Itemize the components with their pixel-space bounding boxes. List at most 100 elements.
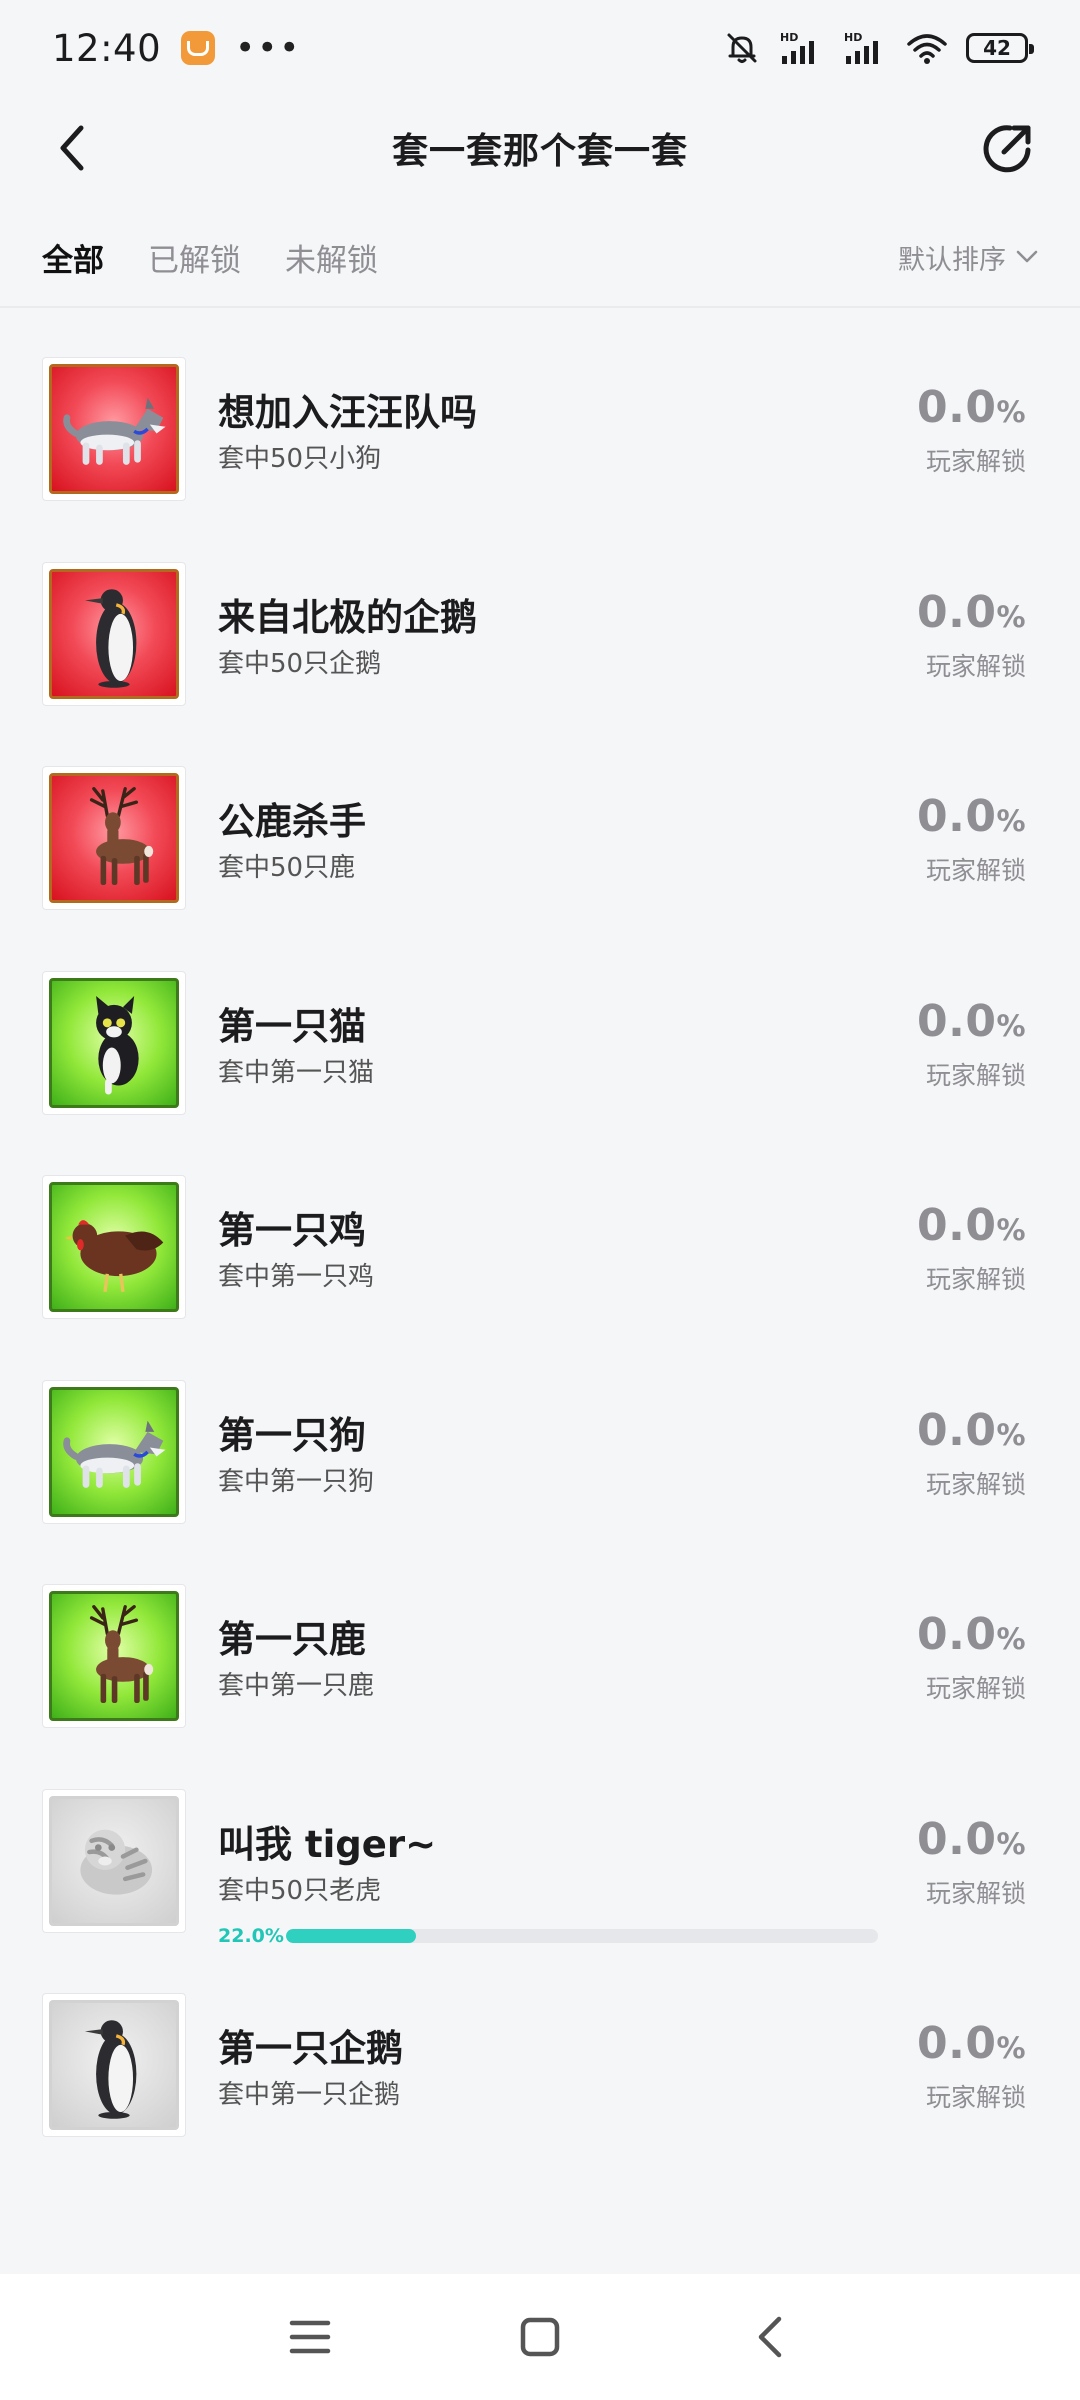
achievement-thumbnail <box>42 1175 186 1319</box>
unlock-percent: 0.0% <box>917 382 1026 433</box>
achievement-badge <box>49 364 179 494</box>
unlock-percent-unit: % <box>996 599 1026 634</box>
unlock-percent: 0.0% <box>917 1814 1026 1865</box>
svg-text:HD: HD <box>780 31 798 44</box>
page-title: 套一套那个套一套 <box>391 131 688 172</box>
svg-text:HD: HD <box>844 31 862 44</box>
unlock-percent-unit: % <box>996 1008 1026 1043</box>
tab-all[interactable]: 全部 <box>42 235 104 280</box>
achievement-row[interactable]: 第一只鹿套中第一只鹿 0.0% 玩家解锁 <box>0 1533 1080 1738</box>
unlock-percent-unit: % <box>996 804 1026 838</box>
app-header: 套一套那个套一套 <box>0 96 1080 200</box>
tab-locked[interactable]: 未解锁 <box>285 235 378 280</box>
penguin-icon <box>84 2020 137 2119</box>
unlock-percent-label: 玩家解锁 <box>925 651 1026 681</box>
unlock-percent-number: 0.0 <box>916 586 997 638</box>
deer-icon <box>89 787 154 886</box>
achievement-description: 套中第一只鹿 <box>218 1671 375 1701</box>
achievement-title: 来自北极的企鹅 <box>218 595 477 639</box>
achievement-title: 叫我 tiger~ <box>218 1822 437 1866</box>
unlock-percent-unit: % <box>996 395 1026 429</box>
achievement-thumbnail <box>42 766 186 910</box>
achievement-row[interactable]: 公鹿杀手套中50只鹿 0.0% 玩家解锁 <box>0 715 1080 920</box>
achievement-title: 第一只狗 <box>218 1413 366 1457</box>
unlock-percent-number: 0.0 <box>916 382 997 433</box>
achievement-row[interactable]: 来自北极的企鹅套中50只企鹅 0.0% 玩家解锁 <box>0 511 1080 716</box>
system-nav-bar <box>0 2274 1080 2400</box>
achievement-row[interactable]: 第一只狗 套中第一只狗 0.0% 玩家解锁 <box>0 1329 1080 1534</box>
husky-icon <box>63 397 166 465</box>
achievement-description: 套中50只企鹅 <box>218 648 382 679</box>
achievement-row[interactable]: 第一只猫 套中第一只猫 0.0% 玩家解锁 <box>0 920 1080 1125</box>
muted-bell-icon <box>727 33 757 63</box>
achievement-description: 套中第一只猫 <box>218 1057 375 1088</box>
tiger-icon <box>80 1829 153 1895</box>
home-square-icon <box>520 2317 560 2357</box>
achievement-badge <box>49 1795 179 1926</box>
share-button[interactable] <box>974 114 1042 182</box>
achievement-thumbnail <box>42 1993 186 2137</box>
menu-button[interactable] <box>270 2297 350 2377</box>
unlock-percent-number: 0.0 <box>916 791 997 842</box>
achievement-thumbnail <box>42 1788 186 1933</box>
achievement-badge <box>49 1386 179 1517</box>
progress-track <box>286 1928 878 1943</box>
chevron-down-icon <box>1016 250 1038 263</box>
unlock-percent-number: 0.0 <box>916 1609 997 1660</box>
achievement-description: 套中50只小狗 <box>218 444 382 474</box>
achievement-title: 第一只鸡 <box>218 1209 366 1252</box>
achievement-row[interactable]: 叫我 tiger~ 套中50只老虎 0.0% 玩家解锁 22.0% <box>0 1738 1080 1947</box>
achievement-title: 想加入汪汪队吗 <box>218 391 477 434</box>
unlock-percent-label: 玩家解锁 <box>925 447 1026 476</box>
achievement-row[interactable]: 第一只鸡套中第一只鸡 0.0% 玩家解锁 <box>0 1124 1080 1329</box>
unlock-percent-number: 0.0 <box>916 1404 997 1456</box>
achievement-description: 套中第一只鸡 <box>218 1262 375 1292</box>
unlock-percent-label: 玩家解锁 <box>925 1674 1026 1703</box>
unlock-percent-label: 玩家解锁 <box>925 1265 1026 1294</box>
sort-dropdown[interactable]: 默认排序 <box>898 238 1038 277</box>
achievement-title: 公鹿杀手 <box>218 800 366 843</box>
achievement-badge <box>49 977 179 1108</box>
nav-back-button[interactable] <box>730 2297 810 2377</box>
chevron-left-icon <box>60 125 84 171</box>
signal-hd-icon: HD <box>844 31 878 64</box>
menu-icon <box>289 2320 331 2354</box>
cat-icon <box>96 995 139 1095</box>
shopping-bag-icon <box>181 31 216 65</box>
home-button[interactable] <box>500 2297 580 2377</box>
achievement-row[interactable]: 第一只企鹅 套中第一只企鹅 0.0% 玩家解锁 <box>0 1942 1080 2147</box>
unlock-percent: 0.0% <box>917 1200 1026 1251</box>
unlock-percent-unit: % <box>996 1622 1026 1656</box>
unlock-percent: 0.0% <box>917 2018 1026 2069</box>
chicken-icon <box>64 1220 164 1293</box>
back-button[interactable] <box>42 116 102 180</box>
tab-unlocked[interactable]: 已解锁 <box>148 235 241 280</box>
unlock-percent-label: 玩家解锁 <box>925 856 1026 885</box>
achievement-thumbnail <box>42 1584 186 1728</box>
unlock-percent-number: 0.0 <box>916 1200 997 1251</box>
achievement-badge <box>49 1182 179 1312</box>
achievement-description: 套中50只鹿 <box>218 853 356 883</box>
achievement-description: 套中50只老虎 <box>218 1875 382 1906</box>
unlock-percent-label: 玩家解锁 <box>925 1878 1026 1908</box>
penguin-icon <box>84 588 137 688</box>
wifi-icon <box>907 34 947 64</box>
unlock-percent-unit: % <box>996 1826 1026 1861</box>
unlock-percent-label: 玩家解锁 <box>925 1060 1026 1090</box>
unlock-percent-label: 玩家解锁 <box>925 1469 1026 1499</box>
achievement-title: 第一只鹿 <box>218 1618 366 1661</box>
achievement-thumbnail <box>42 357 186 501</box>
unlock-percent-unit: % <box>996 2031 1026 2065</box>
status-bar: 12:40 ••• HD HD 42 <box>0 0 1080 96</box>
husky-icon <box>63 1420 166 1488</box>
achievement-thumbnail <box>42 1379 186 1524</box>
deer-icon <box>89 1605 154 1704</box>
unlock-percent-unit: % <box>996 1213 1026 1247</box>
more-notifications-icon: ••• <box>235 28 302 68</box>
unlock-percent-number: 0.0 <box>916 995 997 1047</box>
achievement-badge <box>49 773 179 903</box>
unlock-percent-unit: % <box>996 1417 1026 1452</box>
achievement-row[interactable]: 想加入汪汪队吗套中50只小狗 0.0% 玩家解锁 <box>0 306 1080 511</box>
unlock-percent: 0.0% <box>917 587 1026 638</box>
achievement-badge <box>49 568 179 699</box>
